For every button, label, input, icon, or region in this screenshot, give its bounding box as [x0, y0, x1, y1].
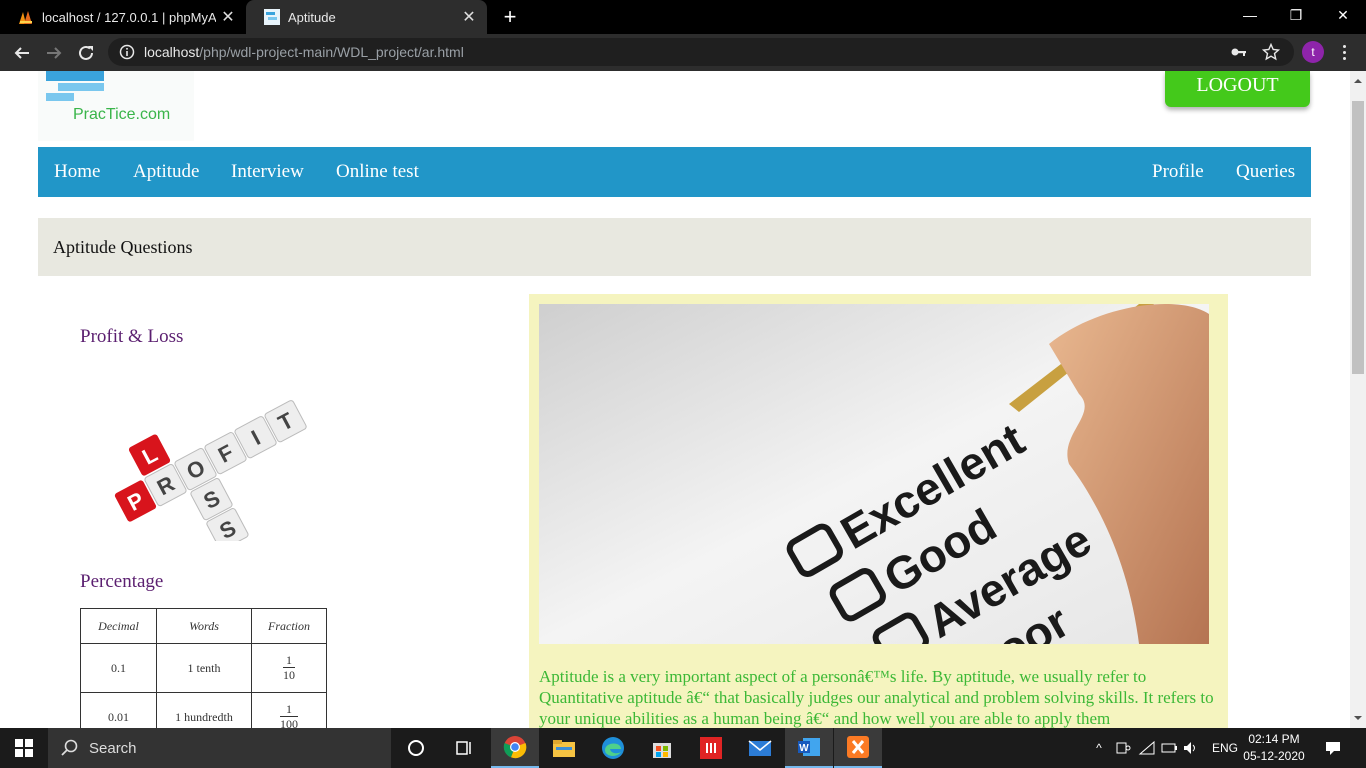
clock-date: 05-12-2020 — [1243, 749, 1305, 763]
fraction-numerator: 1 — [283, 653, 295, 668]
word-icon[interactable]: W — [785, 728, 833, 768]
aptitude-hero-image: Excellent Good Average Poor — [539, 304, 1209, 644]
cell-words: 1 hundredth — [156, 692, 252, 728]
col-fraction: Fraction — [251, 608, 327, 644]
intro-paragraph: Aptitude is a very important aspect of a… — [539, 667, 1214, 728]
url-path: /php/wdl-project-main/WDL_project/ar.htm… — [199, 44, 464, 60]
practice-favicon-icon — [264, 9, 280, 25]
tab-aptitude[interactable]: Aptitude ✕ — [246, 0, 487, 34]
mail-icon[interactable] — [736, 728, 784, 768]
cell-fraction: 1 100 — [251, 692, 327, 728]
logo-text: PracTice.com — [73, 106, 171, 123]
scrollbar-thumb[interactable] — [1352, 101, 1364, 374]
taskbar-search-box[interactable]: Search — [48, 728, 391, 768]
volume-icon[interactable] — [1182, 740, 1200, 756]
close-tab-icon[interactable]: ✕ — [457, 7, 481, 27]
back-icon[interactable] — [7, 34, 37, 71]
new-tab-icon[interactable]: + — [498, 4, 522, 30]
password-key-icon[interactable] — [1230, 43, 1248, 61]
nav-queries[interactable]: Queries — [1236, 147, 1295, 197]
col-decimal: Decimal — [80, 608, 157, 644]
browser-menu-icon[interactable] — [1336, 40, 1352, 64]
taskbar-clock[interactable]: 02:14 PM 05-12-2020 — [1240, 731, 1308, 765]
task-view-icon[interactable] — [440, 728, 488, 768]
app-red-icon[interactable] — [687, 728, 735, 768]
cell-words: 1 tenth — [156, 643, 252, 693]
cortana-icon[interactable] — [392, 728, 440, 768]
page-title: Aptitude Questions — [53, 237, 193, 257]
browser-tab-strip: localhost / 127.0.0.1 | phpMyAdm ✕ Aptit… — [0, 0, 1366, 34]
reload-icon[interactable] — [71, 34, 101, 71]
chrome-taskbar-icon[interactable] — [491, 728, 539, 768]
nav-aptitude[interactable]: Aptitude — [133, 147, 200, 197]
nav-profile[interactable]: Profile — [1152, 147, 1204, 197]
system-tray: ^ ENG — [1090, 728, 1238, 768]
table-header-row: Decimal Words Fraction — [80, 608, 327, 644]
scroll-down-icon[interactable] — [1350, 710, 1366, 726]
phpmyadmin-favicon-icon — [19, 11, 32, 24]
show-hidden-icons-icon[interactable]: ^ — [1090, 741, 1108, 755]
col-words: Words — [156, 608, 252, 644]
xampp-icon[interactable] — [834, 728, 882, 768]
url-bar[interactable]: localhost/php/wdl-project-main/WDL_proje… — [108, 38, 1294, 66]
clock-time: 02:14 PM — [1248, 732, 1300, 746]
language-indicator[interactable]: ENG — [1212, 741, 1238, 755]
profit-loss-image[interactable]: P R O F I T L S S — [100, 381, 330, 541]
url-host: localhost — [144, 44, 200, 60]
restore-icon[interactable]: ❐ — [1273, 0, 1319, 30]
tab-title: localhost / 127.0.0.1 | phpMyAdm — [42, 9, 216, 25]
table-row: 0.1 1 tenth 1 10 — [80, 643, 327, 693]
tab-title: Aptitude — [288, 9, 336, 25]
wifi-icon[interactable] — [1138, 740, 1156, 756]
percentage-table: Decimal Words Fraction 0.1 1 tenth 1 10 0… — [80, 608, 327, 728]
logout-button[interactable]: LOGOUT — [1165, 71, 1310, 107]
fraction-denominator: 10 — [283, 668, 295, 682]
section-percentage-link[interactable]: Percentage — [80, 571, 163, 593]
cell-decimal: 0.01 — [80, 692, 157, 728]
profile-avatar[interactable]: t — [1302, 41, 1324, 63]
store-icon[interactable] — [638, 728, 686, 768]
site-logo[interactable]: PracTice.com — [38, 71, 194, 141]
forward-icon[interactable] — [39, 34, 69, 71]
site-info-icon[interactable] — [119, 44, 135, 60]
page-heading-bar: Aptitude Questions — [38, 218, 1311, 276]
fraction-denominator: 100 — [280, 717, 298, 728]
cell-fraction: 1 10 — [251, 643, 327, 693]
search-icon — [61, 739, 78, 756]
address-toolbar: localhost/php/wdl-project-main/WDL_proje… — [0, 34, 1366, 71]
windows-start-icon[interactable] — [0, 728, 48, 768]
tab-phpmyadmin[interactable]: localhost / 127.0.0.1 | phpMyAdm ✕ — [0, 0, 246, 34]
section-profit-loss-link[interactable]: Profit & Loss — [80, 326, 183, 348]
main-navbar: Home Aptitude Interview Online test Prof… — [38, 147, 1311, 197]
battery-icon[interactable] — [1160, 740, 1178, 756]
search-placeholder: Search — [89, 739, 137, 757]
svg-text:W: W — [799, 743, 809, 754]
fraction-numerator: 1 — [280, 702, 298, 717]
edge-icon[interactable] — [589, 728, 637, 768]
close-tab-icon[interactable]: ✕ — [216, 7, 240, 27]
page-viewport: PracTice.com LOGOUT Home Aptitude Interv… — [0, 71, 1350, 728]
nav-interview[interactable]: Interview — [231, 147, 304, 197]
nav-home[interactable]: Home — [54, 147, 100, 197]
close-window-icon[interactable]: ✕ — [1320, 0, 1366, 30]
scroll-up-icon[interactable] — [1350, 73, 1366, 89]
minimize-icon[interactable]: — — [1227, 0, 1273, 30]
intro-panel: Excellent Good Average Poor Aptitude is … — [529, 294, 1228, 728]
windows-taskbar: Search W ^ ENG 02:14 PM 05-12-2020 — [0, 728, 1366, 768]
file-explorer-icon[interactable] — [540, 728, 588, 768]
table-row: 0.01 1 hundredth 1 100 — [80, 692, 327, 728]
logo-bars-icon — [46, 71, 104, 101]
nav-online-test[interactable]: Online test — [336, 147, 419, 197]
cell-decimal: 0.1 — [80, 643, 157, 693]
notifications-icon[interactable] — [1310, 728, 1356, 768]
bookmark-star-icon[interactable] — [1262, 43, 1280, 61]
meet-now-icon[interactable] — [1114, 740, 1132, 756]
